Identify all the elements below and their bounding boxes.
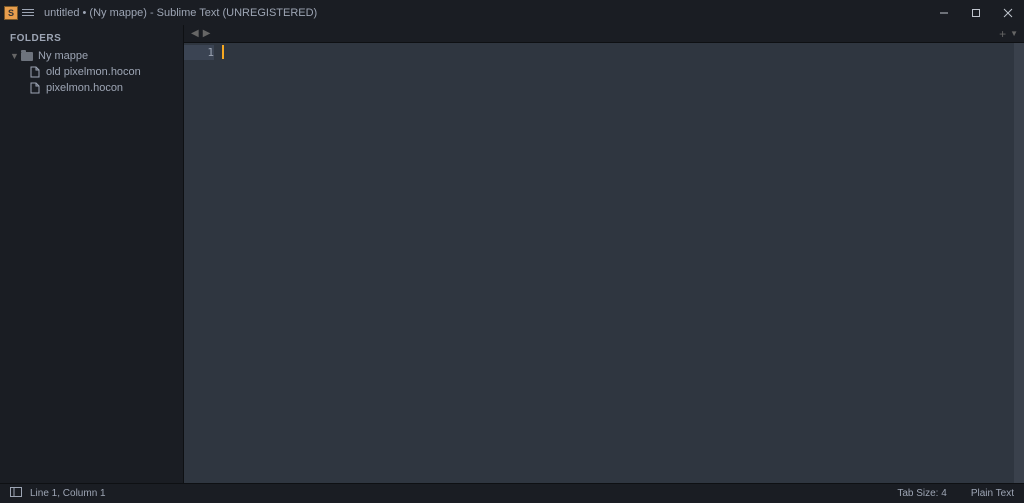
sidebar: FOLDERS ▼ Ny mappe old pixelmon.hocon pi… xyxy=(0,25,184,483)
tab-dropdown-icon[interactable]: ▼ xyxy=(1010,29,1018,38)
tree-folder-label: Ny mappe xyxy=(38,50,88,62)
window-title: untitled • (Ny mappe) - Sublime Text (UN… xyxy=(44,7,928,19)
titlebar: S untitled • (Ny mappe) - Sublime Text (… xyxy=(0,0,1024,25)
status-syntax[interactable]: Plain Text xyxy=(971,488,1014,499)
editor[interactable]: 1 xyxy=(184,43,1024,483)
status-position[interactable]: Line 1, Column 1 xyxy=(30,488,106,499)
tab-bar: ◀ ▶ + ▼ xyxy=(184,25,1024,43)
new-tab-button[interactable]: + xyxy=(999,27,1006,41)
gutter: 1 xyxy=(184,43,222,483)
main-area: FOLDERS ▼ Ny mappe old pixelmon.hocon pi… xyxy=(0,25,1024,483)
minimize-button[interactable] xyxy=(928,0,960,25)
tree-file[interactable]: old pixelmon.hocon xyxy=(0,64,183,80)
text-cursor xyxy=(222,45,224,59)
menu-button[interactable] xyxy=(22,6,36,20)
nav-back-icon[interactable]: ◀ xyxy=(190,28,200,39)
sidebar-heading: FOLDERS xyxy=(0,29,183,48)
panel-icon[interactable] xyxy=(10,487,22,500)
app-icon: S xyxy=(4,6,18,20)
tree-file-label: pixelmon.hocon xyxy=(46,82,123,94)
file-icon xyxy=(28,82,42,94)
nav-forward-icon[interactable]: ▶ xyxy=(202,28,212,39)
editor-area: ◀ ▶ + ▼ 1 xyxy=(184,25,1024,483)
code-area[interactable] xyxy=(222,43,1024,483)
folder-icon xyxy=(20,50,34,62)
tree-folder[interactable]: ▼ Ny mappe xyxy=(0,48,183,64)
close-button[interactable] xyxy=(992,0,1024,25)
tree-file-label: old pixelmon.hocon xyxy=(46,66,141,78)
file-icon xyxy=(28,66,42,78)
tree-file[interactable]: pixelmon.hocon xyxy=(0,80,183,96)
vertical-scrollbar[interactable] xyxy=(1014,43,1024,483)
chevron-down-icon: ▼ xyxy=(10,51,18,61)
window-controls xyxy=(928,0,1024,25)
maximize-button[interactable] xyxy=(960,0,992,25)
status-tab-size[interactable]: Tab Size: 4 xyxy=(897,488,946,499)
line-number: 1 xyxy=(184,45,214,60)
statusbar: Line 1, Column 1 Tab Size: 4 Plain Text xyxy=(0,483,1024,503)
